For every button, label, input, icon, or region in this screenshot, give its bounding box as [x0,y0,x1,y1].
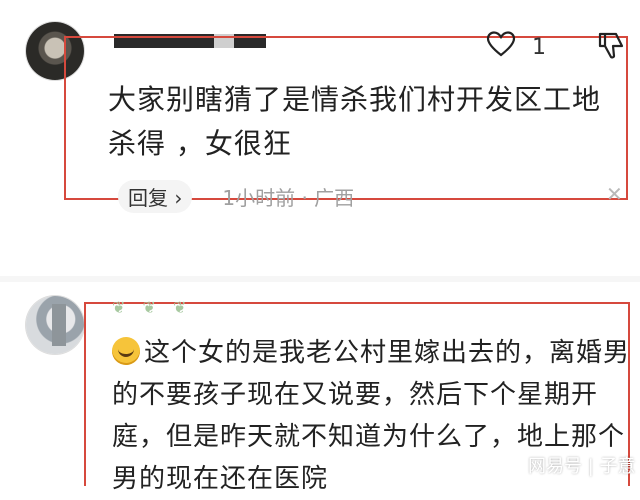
avatar[interactable] [26,296,84,354]
comment-meta: 回复 › 1小时前 · 广西 [118,180,354,213]
close-icon[interactable]: ✕ [606,182,623,206]
dislike-button[interactable] [596,30,626,64]
comment-divider [0,276,640,282]
decorative-leaves-icon: ❦ ❦ ❦ [112,298,193,317]
heart-icon [486,30,516,64]
comment-text: 大家别瞎猜了是情杀我们村开发区工地杀得 ，女很狂 [108,83,602,160]
like-count: 1 [532,34,546,60]
like-button[interactable]: 1 [486,30,546,64]
watermark: 网易号 | 子意 [528,456,636,477]
time-location: 1小时前 · 广西 [222,186,355,210]
thumb-down-icon [596,32,626,64]
laughing-emoji-icon [112,337,140,365]
reply-button[interactable]: 回复 › [118,180,193,213]
